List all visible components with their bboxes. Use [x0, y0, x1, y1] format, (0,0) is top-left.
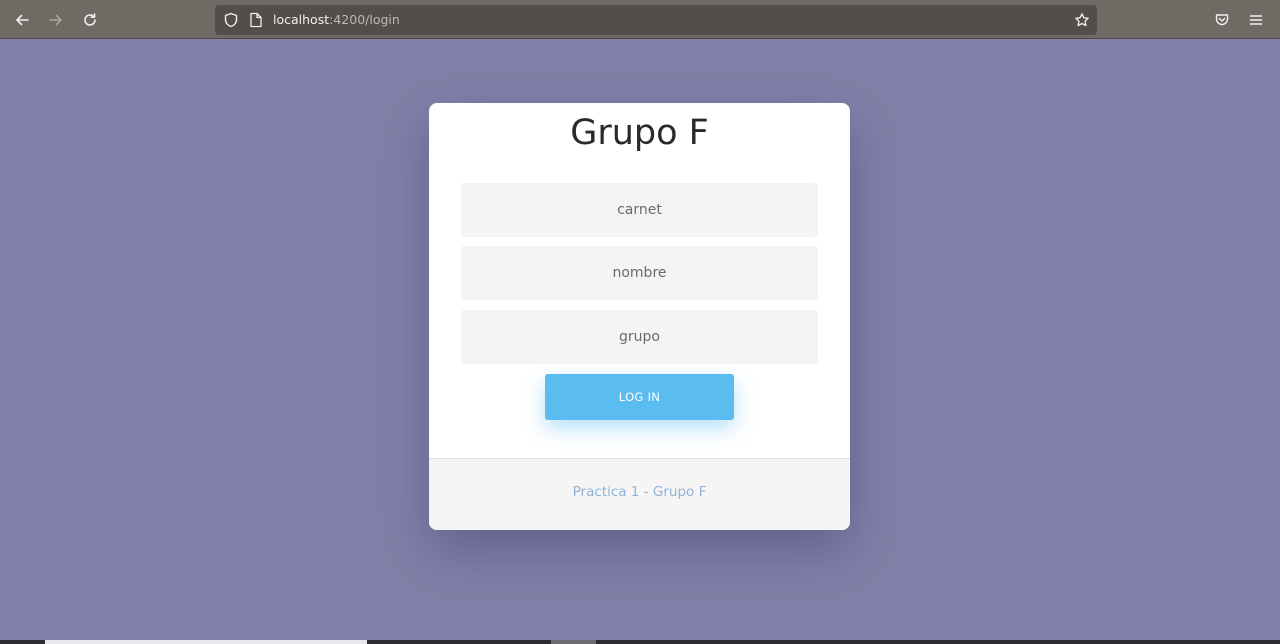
reload-button[interactable]: [76, 6, 104, 34]
footer-link[interactable]: Practica 1 - Grupo F: [573, 484, 707, 500]
url-host: localhost: [273, 12, 330, 27]
status-segment: [551, 640, 596, 644]
reload-icon: [84, 13, 96, 26]
forward-arrow-icon: [49, 14, 62, 26]
card-title: Grupo F: [570, 113, 709, 153]
url-text[interactable]: localhost:4200/login: [273, 5, 400, 35]
page-icon[interactable]: [247, 11, 265, 29]
status-segment: [45, 640, 367, 644]
bookmark-star-icon[interactable]: [1073, 11, 1091, 29]
bottom-status-strip: [0, 640, 1280, 644]
menu-button[interactable]: [1242, 6, 1270, 34]
hamburger-menu-icon: [1249, 15, 1263, 25]
back-arrow-icon: [16, 14, 29, 26]
url-bar[interactable]: localhost:4200/login: [215, 5, 1097, 35]
back-button[interactable]: [8, 6, 36, 34]
grupo-input[interactable]: [461, 310, 818, 364]
forward-button[interactable]: [42, 6, 70, 34]
login-button[interactable]: LOG IN: [545, 374, 734, 420]
card-footer: Practica 1 - Grupo F: [429, 458, 850, 530]
shield-icon[interactable]: [222, 11, 240, 29]
carnet-input[interactable]: [461, 183, 818, 237]
url-path: :4200/login: [329, 12, 400, 27]
login-card: Grupo F LOG IN Practica 1 - Grupo F: [429, 103, 850, 530]
pocket-button[interactable]: [1208, 6, 1236, 34]
nombre-input[interactable]: [461, 246, 818, 300]
pocket-icon: [1215, 14, 1229, 26]
browser-toolbar: localhost:4200/login: [0, 0, 1280, 39]
